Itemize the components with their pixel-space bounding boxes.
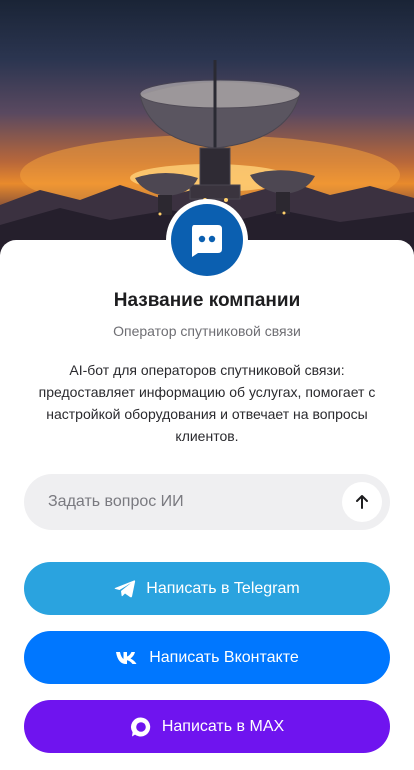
max-button-label: Написать в MAX [161, 717, 285, 735]
vk-icon [115, 651, 139, 665]
telegram-icon [114, 579, 136, 599]
vk-button-label: Написать Вконтакте [149, 648, 299, 666]
company-description: AI-бот для операторов спутниковой связи:… [38, 362, 376, 444]
send-button[interactable] [342, 482, 382, 522]
vk-button[interactable]: Написать Вконтакте [24, 631, 390, 684]
company-subtitle: Оператор спутниковой связи [113, 323, 301, 339]
avatar [166, 199, 248, 281]
telegram-button-label: Написать в Telegram [146, 579, 300, 597]
company-name: Название компании [113, 290, 301, 311]
arrow-up-icon [353, 493, 371, 511]
telegram-button[interactable]: Написать в Telegram [24, 562, 390, 615]
ask-ai-field [24, 474, 390, 530]
max-icon [130, 716, 152, 738]
chat-bot-icon [171, 204, 243, 276]
max-button[interactable]: Написать в MAX [24, 700, 390, 753]
ask-ai-input[interactable] [24, 474, 334, 530]
